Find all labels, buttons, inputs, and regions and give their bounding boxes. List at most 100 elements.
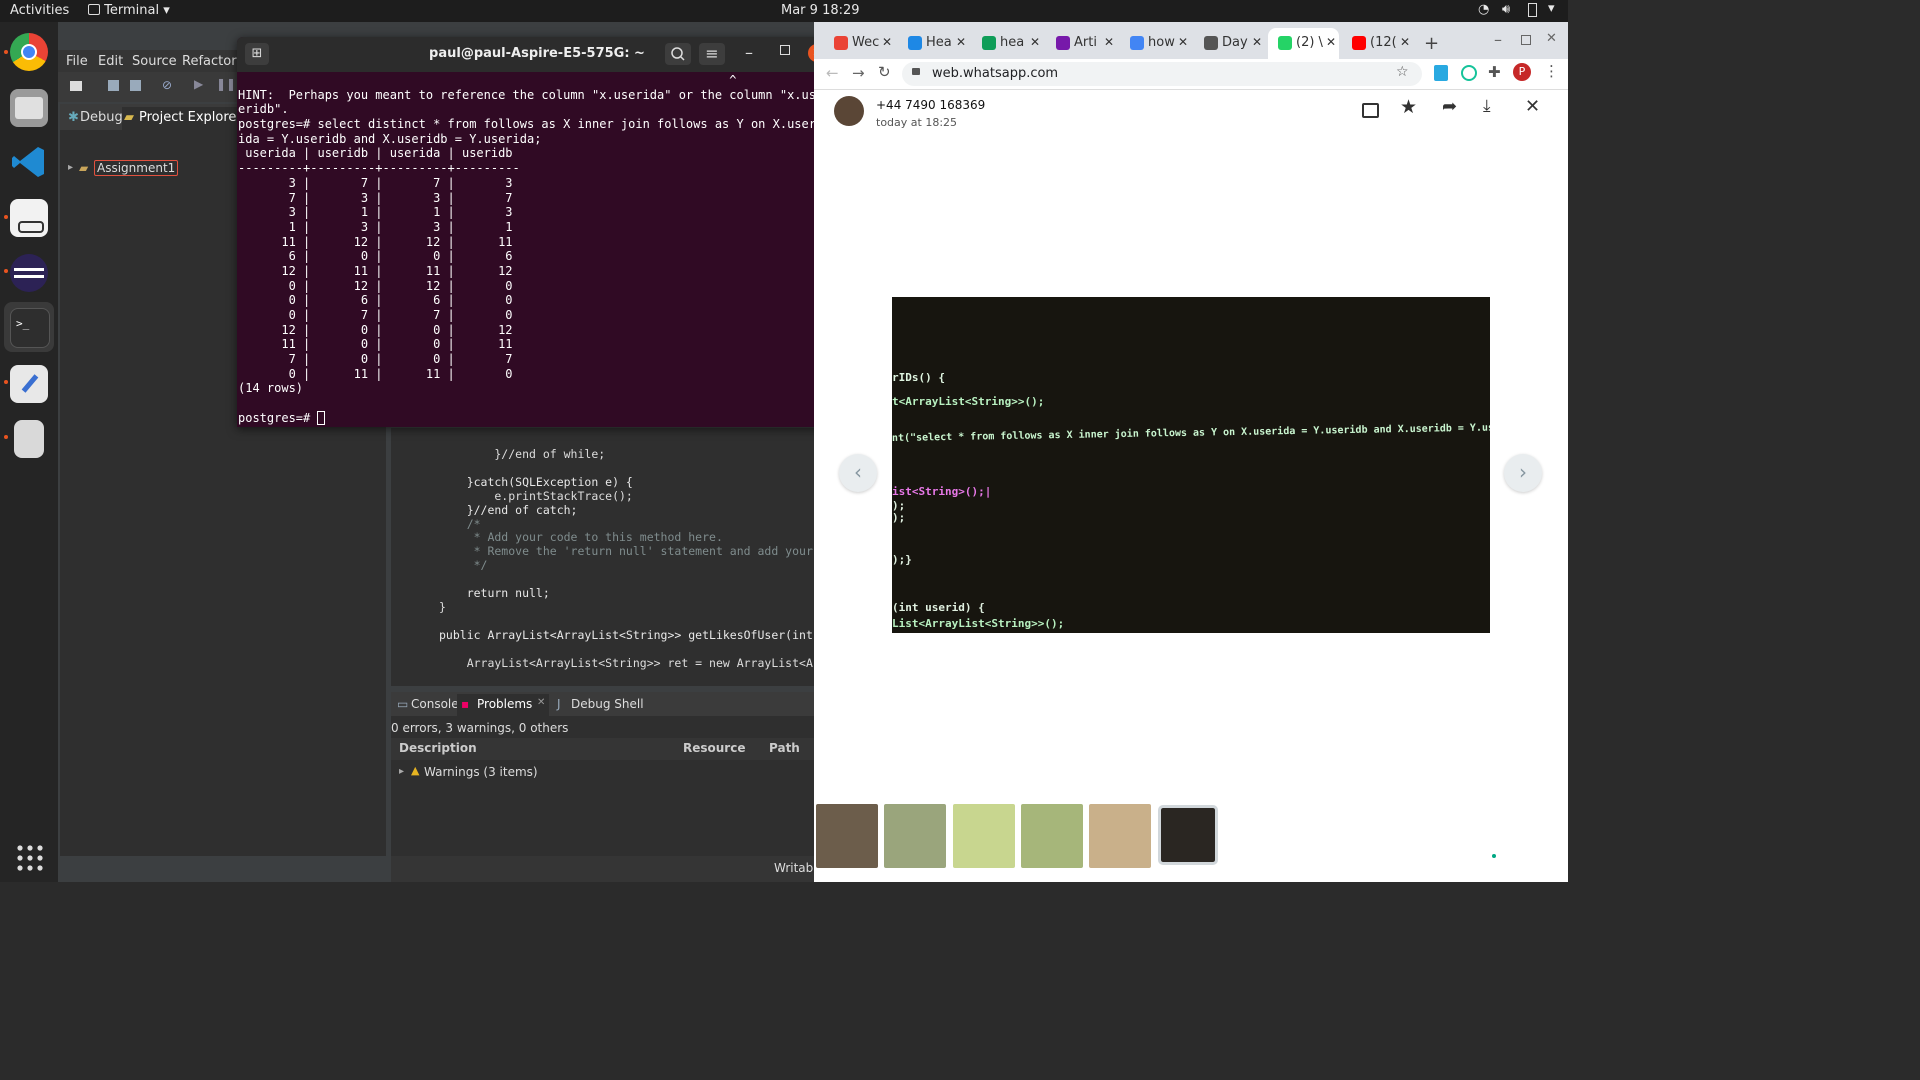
activities-button[interactable]: Activities xyxy=(10,3,69,18)
minimize-button[interactable]: – xyxy=(745,43,753,62)
maximize-button[interactable] xyxy=(1521,35,1531,45)
media-thumbnail[interactable] xyxy=(884,804,946,868)
terminal-line: 0 | 11 | 11 | 0 xyxy=(238,366,513,381)
new-tab-button[interactable]: + xyxy=(1424,33,1439,54)
reload-icon[interactable]: ↻ xyxy=(878,63,891,81)
close-tab-icon[interactable]: ✕ xyxy=(1326,35,1336,49)
show-apps-icon[interactable] xyxy=(16,844,44,872)
browser-tab[interactable]: how ✕ xyxy=(1120,28,1191,59)
col-resource[interactable]: Resource xyxy=(683,741,745,755)
system-menu-icon[interactable]: ▾ xyxy=(1548,1,1555,16)
menu-button[interactable]: ≡ xyxy=(699,43,725,65)
col-description[interactable]: Description xyxy=(399,741,477,755)
browser-tab[interactable]: Day ✕ xyxy=(1194,28,1265,59)
browser-tab[interactable]: Hea ✕ xyxy=(898,28,969,59)
browser-tab[interactable]: Wec ✕ xyxy=(824,28,895,59)
save-icon[interactable] xyxy=(108,80,119,91)
extensions-puzzle-icon[interactable]: ✚ xyxy=(1488,63,1501,81)
code-editor[interactable]: }//end of while; }catch(SQLException e) … xyxy=(391,428,814,686)
clock[interactable]: Mar 9 18:29 xyxy=(781,3,860,18)
vscode-icon[interactable] xyxy=(10,143,48,181)
expand-arrow-icon[interactable]: ▸ xyxy=(68,162,73,173)
chrome-icon[interactable] xyxy=(10,33,48,71)
close-tab-icon[interactable]: ✕ xyxy=(537,697,545,708)
close-icon[interactable]: ✕ xyxy=(1525,96,1540,117)
download-icon[interactable]: ⤓ xyxy=(1483,96,1491,116)
document-viewer-icon[interactable] xyxy=(10,199,48,237)
tab-project-explorer[interactable]: Project Explorer xyxy=(139,110,242,125)
archive-icon[interactable] xyxy=(14,420,44,458)
terminal-icon[interactable]: >_ xyxy=(10,308,50,348)
warning-icon: ▲ xyxy=(411,764,420,777)
close-tab-icon[interactable]: ✕ xyxy=(1252,35,1262,49)
terminal-output[interactable]: ^ HINT: Perhaps you meant to reference th… xyxy=(238,73,834,427)
suspend-icon[interactable]: ❚❚ xyxy=(216,77,236,91)
hamburger-icon: ≡ xyxy=(705,44,719,63)
browser-tab[interactable]: hea ✕ xyxy=(972,28,1043,59)
minimize-button[interactable]: – xyxy=(1494,30,1502,49)
terminal-line: eridb". xyxy=(238,102,289,117)
close-tab-icon[interactable]: ✕ xyxy=(882,35,892,49)
battery-icon[interactable] xyxy=(1528,3,1537,17)
close-tab-icon[interactable]: ✕ xyxy=(1400,35,1410,49)
menu-file[interactable]: File xyxy=(66,54,88,69)
more-menu-icon[interactable]: ⋮ xyxy=(1544,62,1559,80)
media-thumbnail[interactable] xyxy=(816,804,878,868)
menu-source[interactable]: Source xyxy=(132,54,177,69)
tab-problems[interactable]: Problems xyxy=(477,697,532,711)
maximize-button[interactable] xyxy=(780,45,790,55)
text-editor-icon[interactable] xyxy=(10,365,48,403)
skip-breakpoints-icon[interactable]: ⊘ xyxy=(162,78,172,92)
chrome-window: Wec ✕ Hea ✕ hea ✕ Arti ✕ how ✕ Day ✕ (2) \ ✕ (12(✕ + –… xyxy=(814,22,1568,882)
warnings-row[interactable]: Warnings (3 items) xyxy=(424,765,538,779)
files-icon[interactable] xyxy=(10,89,48,127)
media-thumbnail[interactable] xyxy=(953,804,1015,868)
browser-tab[interactable]: Arti ✕ xyxy=(1046,28,1117,59)
grammarly-icon[interactable] xyxy=(1461,65,1477,81)
extension-icon[interactable] xyxy=(1434,65,1448,81)
close-tab-icon[interactable]: ✕ xyxy=(1178,35,1188,49)
eclipse-icon[interactable] xyxy=(10,254,48,292)
tab-debug[interactable]: Debug xyxy=(80,110,123,125)
search-button[interactable] xyxy=(665,43,691,65)
previous-media-button[interactable]: ‹ xyxy=(839,454,877,492)
star-icon[interactable]: ★ xyxy=(1400,96,1417,118)
media-thumbnail-selected[interactable] xyxy=(1158,805,1218,865)
menu-edit[interactable]: Edit xyxy=(98,54,123,69)
go-to-message-icon[interactable] xyxy=(1362,103,1379,118)
expand-arrow-icon[interactable]: ▸ xyxy=(399,766,404,777)
save-all-icon[interactable] xyxy=(130,80,141,91)
close-window-button[interactable]: ✕ xyxy=(1546,31,1557,46)
photo-code-line: rIDs() { xyxy=(892,371,945,384)
forward-icon[interactable]: → xyxy=(852,64,865,82)
forward-icon[interactable]: ➦ xyxy=(1442,96,1457,117)
next-media-button[interactable]: › xyxy=(1504,454,1542,492)
terminal-line: 12 | 0 | 0 | 12 xyxy=(238,322,513,337)
tab-debug-shell[interactable]: Debug Shell xyxy=(571,697,644,711)
back-icon[interactable]: ← xyxy=(826,64,839,82)
terminal-line: 7 | 3 | 3 | 7 xyxy=(238,190,513,205)
profile-avatar[interactable]: P xyxy=(1513,63,1531,81)
browser-tab[interactable]: (2) \ ✕ xyxy=(1268,28,1339,59)
volume-icon[interactable]: 🔊︎ xyxy=(1502,2,1510,17)
status-writable: Writab xyxy=(774,861,814,875)
close-tab-icon[interactable]: ✕ xyxy=(956,35,966,49)
close-tab-icon[interactable]: ✕ xyxy=(1104,35,1114,49)
app-menu[interactable]: Terminal ▾ xyxy=(88,3,170,18)
tab-console[interactable]: Console xyxy=(411,697,459,711)
wifi-icon[interactable]: ◔ xyxy=(1478,2,1489,17)
media-thumbnail[interactable] xyxy=(1089,804,1151,868)
close-tab-icon[interactable]: ✕ xyxy=(1030,35,1040,49)
terminal-line: 1 | 3 | 3 | 1 xyxy=(238,219,513,234)
favicon-icon xyxy=(1204,36,1218,50)
media-thumbnail[interactable] xyxy=(1021,804,1083,868)
resume-icon[interactable]: ▶ xyxy=(194,77,203,91)
col-path[interactable]: Path xyxy=(769,741,800,755)
menu-refactor[interactable]: Refactor xyxy=(182,54,237,69)
omnibox[interactable]: web.whatsapp.com ☆ xyxy=(902,62,1422,86)
new-icon[interactable] xyxy=(70,81,82,91)
new-tab-button[interactable]: ⊞ xyxy=(245,43,269,65)
project-assignment1[interactable]: Assignment1 xyxy=(94,160,179,176)
bookmark-star-icon[interactable]: ☆ xyxy=(1396,64,1409,80)
browser-tab[interactable]: (12(✕ xyxy=(1342,28,1413,59)
